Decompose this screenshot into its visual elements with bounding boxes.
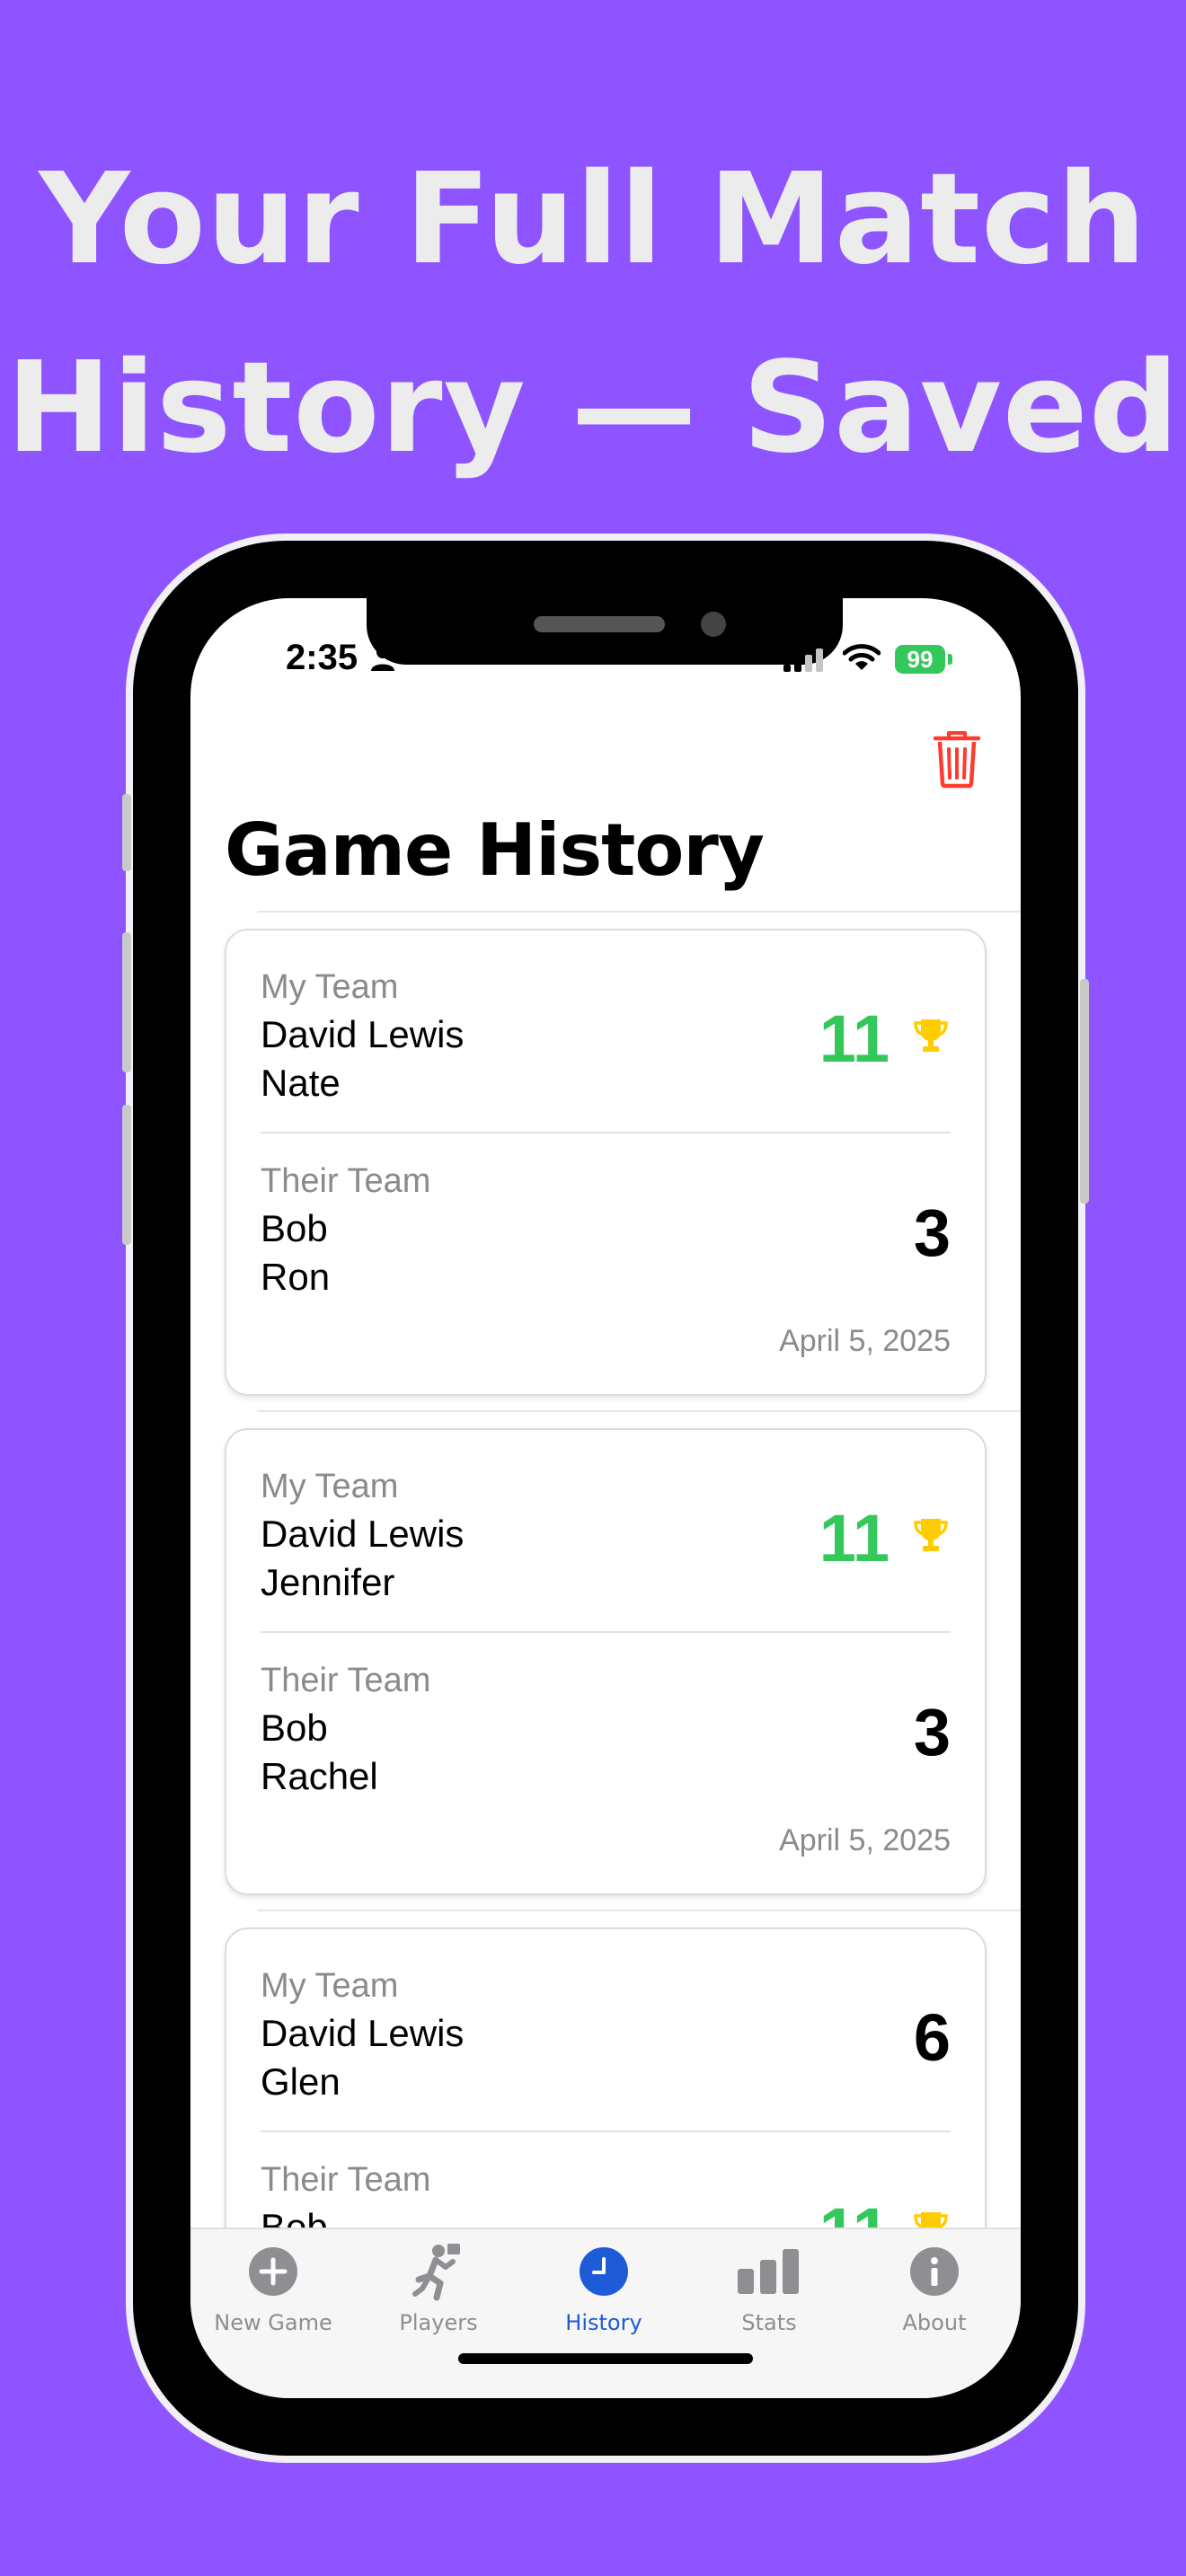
phone-screen: 2:35 99 Game History My Team David Lewis… <box>190 598 1021 2398</box>
my-team-label: My Team <box>261 968 399 1006</box>
row-separator <box>257 1410 1021 1412</box>
their-team-label: Their Team <box>261 1662 431 1699</box>
plus-circle-icon <box>248 2246 298 2301</box>
team-divider <box>261 1132 951 1134</box>
phone-frame: 2:35 99 Game History My Team David Lewis… <box>122 541 1089 2456</box>
tab-players[interactable]: Players <box>356 2242 521 2335</box>
wifi-icon <box>842 643 881 676</box>
my-team-label: My Team <box>261 1468 399 1505</box>
battery-tip <box>948 654 952 665</box>
battery-indicator: 99 <box>895 645 945 674</box>
notch <box>367 598 843 665</box>
my-player-name: David Lewis <box>261 2012 465 2054</box>
their-score: 3 <box>913 1195 951 1270</box>
my-score: 6 <box>913 2000 951 2075</box>
trophy-icon <box>913 1017 949 1059</box>
game-card[interactable]: My Team David Lewis Jennifer 11 Their Te… <box>225 1428 987 1895</box>
trophy-icon <box>913 1516 949 1558</box>
volume-down-button <box>122 1105 131 1245</box>
trash-icon[interactable] <box>933 729 981 793</box>
their-player-name: Bob <box>261 1707 328 1749</box>
volume-up-button <box>122 932 131 1072</box>
camera <box>701 612 726 637</box>
headline-line-1: Your Full Match <box>39 146 1147 293</box>
tab-label: About <box>902 2310 967 2335</box>
tab-about[interactable]: About <box>852 2245 1017 2335</box>
tab-label: New Game <box>214 2310 332 2335</box>
my-score: 11 <box>819 1001 890 1076</box>
their-score: 3 <box>913 1695 951 1769</box>
status-time: 2:35 <box>286 638 358 677</box>
tab-stats[interactable]: Stats <box>686 2245 852 2335</box>
their-player-name: Bob <box>261 1207 328 1249</box>
speaker <box>534 616 665 632</box>
tab-new-game[interactable]: New Game <box>190 2245 356 2335</box>
tab-label: Players <box>399 2310 478 2335</box>
headline: Your Full Match History — Saved <box>0 126 1186 503</box>
their-team-label: Their Team <box>261 1162 431 1200</box>
my-player-name: Nate <box>261 1062 341 1104</box>
team-divider <box>261 2130 951 2132</box>
game-card[interactable]: My Team David Lewis Nate 11 Their Team B… <box>225 929 987 1396</box>
tab-bar: New Game Players History Stats About <box>190 2228 1021 2398</box>
my-player-name: Jennifer <box>261 1561 395 1603</box>
home-indicator[interactable] <box>458 2353 753 2364</box>
row-separator <box>257 911 1021 913</box>
tab-label: Stats <box>741 2310 797 2335</box>
page-title: Game History <box>225 808 765 892</box>
info-circle-icon <box>909 2246 960 2301</box>
my-team-label: My Team <box>261 1967 399 2005</box>
cellular-signal-icon <box>783 648 825 676</box>
their-player-name: Ron <box>261 1256 331 1298</box>
runner-icon <box>412 2242 465 2306</box>
clock-icon <box>579 2246 629 2301</box>
my-player-name: Glen <box>261 2060 341 2103</box>
their-team-label: Their Team <box>261 2161 431 2199</box>
mute-switch <box>122 794 131 871</box>
game-date: April 5, 2025 <box>779 1823 951 1857</box>
tab-history[interactable]: History <box>521 2245 686 2335</box>
battery-level: 99 <box>907 645 934 673</box>
row-separator <box>257 1910 1021 1911</box>
power-button <box>1080 979 1089 1204</box>
my-player-name: David Lewis <box>261 1513 465 1555</box>
my-player-name: David Lewis <box>261 1013 465 1055</box>
person-icon <box>370 645 395 676</box>
game-date: April 5, 2025 <box>779 1324 951 1358</box>
team-divider <box>261 1631 951 1633</box>
headline-line-2: History — Saved <box>5 335 1181 481</box>
my-score: 11 <box>819 1501 890 1575</box>
bar-chart-icon <box>738 2248 801 2298</box>
tab-label: History <box>565 2310 642 2335</box>
their-player-name: Rachel <box>261 1755 378 1797</box>
